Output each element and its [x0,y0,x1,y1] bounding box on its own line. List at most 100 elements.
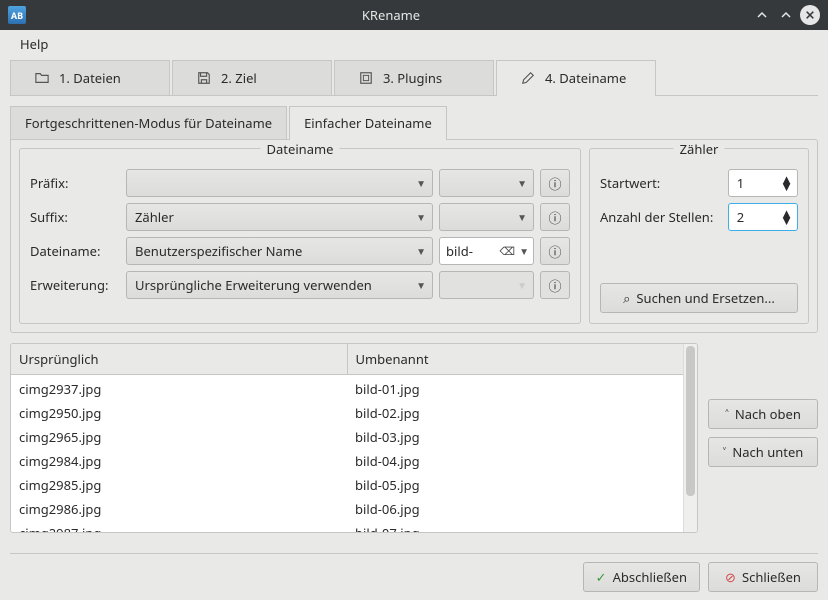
chevron-down-icon: ▼ [517,176,527,190]
cell-original: cimg2984.jpg [11,449,347,473]
window-title: KRename [34,6,748,24]
start-value-spin[interactable]: 1 ▲▼ [728,169,798,197]
subtabs: Fortgeschrittenen-Modus für Dateiname Ei… [10,106,818,139]
info-icon: ⓘ [548,276,561,295]
move-up-button[interactable]: ˄ Nach oben [708,399,818,429]
tab-files[interactable]: 1. Dateien [10,60,170,95]
info-icon: ⓘ [548,174,561,193]
chevron-down-icon: ▼ [416,210,426,224]
extension-combo[interactable]: Ursprüngliche Erweiterung verwenden▼ [126,271,433,299]
column-renamed[interactable]: Umbenannt [348,344,684,374]
filename-legend: Dateiname [261,140,340,158]
digits-value-spin[interactable]: 2 ▲▼ [728,203,798,231]
cell-original: cimg2937.jpg [11,377,347,401]
suffix-info-button[interactable]: ⓘ [540,203,570,231]
close-window-button[interactable] [800,5,820,25]
chevron-down-icon: ▼ [519,244,529,258]
table-row[interactable]: cimg2985.jpgbild-05.jpg [11,473,683,497]
cell-renamed: bild-02.jpg [347,401,683,425]
cell-original: cimg2950.jpg [11,401,347,425]
scrollbar-thumb[interactable] [686,346,695,496]
search-icon: ⌕ [623,289,630,307]
cell-original: cimg2985.jpg [11,473,347,497]
subtab-advanced[interactable]: Fortgeschrittenen-Modus für Dateiname [10,106,287,139]
table-row[interactable]: cimg2986.jpgbild-06.jpg [11,497,683,521]
extension-label: Erweiterung: [30,276,120,294]
table-row[interactable]: cimg2965.jpgbild-03.jpg [11,425,683,449]
check-icon: ✓ [596,568,607,586]
extension-text-combo: ▼ [439,271,534,299]
table-row[interactable]: cimg2950.jpgbild-02.jpg [11,401,683,425]
chevron-down-icon: ▼ [416,278,426,292]
close-button[interactable]: ⊘ Schließen [708,562,818,592]
cell-renamed: bild-04.jpg [347,449,683,473]
plugin-icon [359,71,373,85]
clear-icon[interactable]: ⌫ [500,244,516,259]
menubar: Help [0,30,828,58]
suffix-text-combo[interactable]: ▼ [439,203,534,231]
step-tabs: 1. Dateien 2. Ziel 3. Plugins 4. Dateina… [10,60,818,96]
column-original[interactable]: Ursprünglich [11,344,348,374]
tab-label: 3. Plugins [383,69,442,87]
chevron-down-icon: ▼ [517,278,527,292]
chevron-up-icon: ˄ [725,405,729,423]
suffix-label: Suffix: [30,208,120,226]
table-row[interactable]: cimg2937.jpgbild-01.jpg [11,377,683,401]
tab-plugins[interactable]: 3. Plugins [334,60,494,95]
cell-original: cimg2987.jpg [11,521,347,532]
cell-renamed: bild-01.jpg [347,377,683,401]
chevron-down-icon: ˅ [723,443,727,461]
tab-label: 1. Dateien [59,69,121,87]
info-icon: ⓘ [548,208,561,227]
search-replace-button[interactable]: ⌕ Suchen und Ersetzen... [600,283,798,313]
menu-help[interactable]: Help [12,32,56,56]
cell-original: cimg2965.jpg [11,425,347,449]
cell-renamed: bild-06.jpg [347,497,683,521]
titlebar: AB KRename [0,0,828,30]
subtab-simple[interactable]: Einfacher Dateiname [289,106,447,139]
counter-legend: Zähler [674,140,725,158]
prefix-info-button[interactable]: ⓘ [540,169,570,197]
move-down-button[interactable]: ˅ Nach unten [708,437,818,467]
scrollbar[interactable] [683,344,697,532]
cell-renamed: bild-07.jpg [347,521,683,532]
edit-icon [521,71,535,85]
filename-group: Dateiname Präfix: ▼ ▼ ⓘ Suffix: Zähler▼ … [19,148,581,324]
cell-original: cimg2986.jpg [11,497,347,521]
prefix-text-combo[interactable]: ▼ [439,169,534,197]
tab-label: 2. Ziel [221,69,257,87]
spin-arrows[interactable]: ▲▼ [780,210,793,224]
filename-label: Dateiname: [30,242,120,260]
finish-button[interactable]: ✓ Abschließen [583,562,700,592]
prefix-label: Präfix: [30,174,120,192]
chevron-down-icon: ▼ [416,176,426,190]
simple-filename-panel: Dateiname Präfix: ▼ ▼ ⓘ Suffix: Zähler▼ … [10,139,818,333]
tab-filename[interactable]: 4. Dateiname [496,60,656,95]
table-row[interactable]: cimg2987.jpgbild-07.jpg [11,521,683,532]
digits-label: Anzahl der Stellen: [600,208,722,226]
chevron-down-icon: ▼ [416,244,426,258]
suffix-combo[interactable]: Zähler▼ [126,203,433,231]
app-icon: AB [8,6,26,24]
cell-renamed: bild-05.jpg [347,473,683,497]
minimize-button[interactable] [752,5,772,25]
filename-text-input[interactable]: bild- ⌫ ▼ [439,237,534,265]
filename-info-button[interactable]: ⓘ [540,237,570,265]
info-icon: ⓘ [548,242,561,261]
tab-destination[interactable]: 2. Ziel [172,60,332,95]
start-label: Startwert: [600,174,722,192]
extension-info-button: ⓘ [540,271,570,299]
save-icon [197,71,211,85]
folder-icon [35,71,49,85]
cancel-icon: ⊘ [725,568,736,586]
table-row[interactable]: cimg2984.jpgbild-04.jpg [11,449,683,473]
spin-arrows[interactable]: ▲▼ [780,176,793,190]
filename-combo[interactable]: Benutzerspezifischer Name▼ [126,237,433,265]
tab-label: 4. Dateiname [545,69,626,87]
maximize-button[interactable] [776,5,796,25]
prefix-combo[interactable]: ▼ [126,169,433,197]
counter-group: Zähler Startwert: 1 ▲▼ Anzahl der Stelle… [589,148,809,324]
chevron-down-icon: ▼ [517,210,527,224]
cell-renamed: bild-03.jpg [347,425,683,449]
preview-table: Ursprünglich Umbenannt cimg2937.jpgbild-… [10,343,698,533]
